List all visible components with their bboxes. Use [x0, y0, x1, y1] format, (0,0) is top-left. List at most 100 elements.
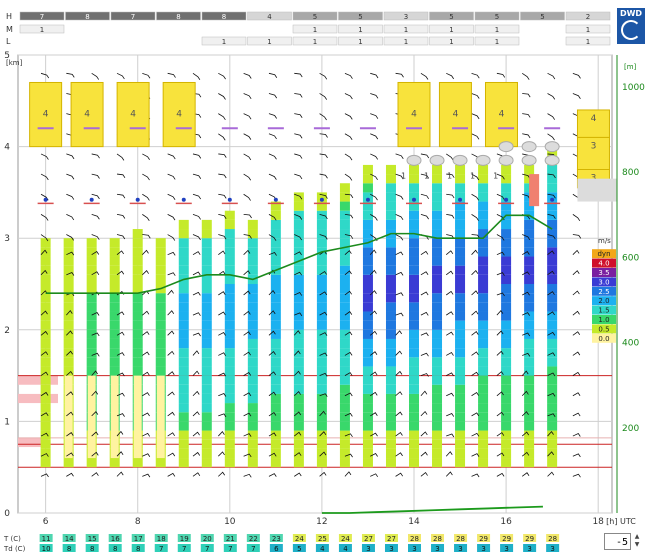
column-segment [524, 302, 535, 312]
column-segment [132, 238, 143, 248]
column-segment [455, 320, 466, 330]
td-value: 8 [67, 545, 71, 553]
column-segment [524, 458, 535, 468]
column-segment [547, 458, 558, 468]
column-segment [409, 320, 419, 330]
column-segment [478, 274, 489, 284]
column-segment [339, 366, 350, 376]
column-segment [524, 412, 535, 422]
legend-label: 3.0 [598, 278, 609, 286]
column-segment [524, 375, 535, 385]
column-segment [247, 421, 258, 431]
column-segment [432, 448, 443, 459]
t-value: 18 [157, 535, 166, 543]
cloud-cell-value: 3 [404, 13, 408, 21]
column-segment [201, 238, 212, 248]
column-segment [178, 348, 189, 358]
column-segment [178, 284, 189, 294]
td-value: 7 [159, 545, 163, 553]
column-segment [201, 375, 212, 385]
column-segment [86, 265, 97, 275]
column-segment [156, 375, 165, 459]
time-step-spinner-icon[interactable]: ▲ ▼ [632, 533, 642, 550]
column-segment [385, 320, 396, 330]
column-segment [270, 329, 281, 339]
column-segment [478, 421, 489, 431]
column-segment [293, 320, 304, 330]
column-segment [547, 311, 558, 321]
column-segment [316, 320, 327, 330]
column-segment [524, 320, 535, 330]
column-segment [270, 338, 281, 349]
y-tick-label: 1 [4, 417, 10, 427]
column-segment [455, 366, 466, 376]
column-segment [478, 357, 489, 367]
column-segment [409, 384, 419, 394]
cumulus-marker [498, 141, 514, 153]
column-segment [547, 164, 558, 175]
column-segment [432, 320, 443, 330]
column-segment [247, 357, 258, 367]
column-segment [478, 174, 489, 184]
column-segment [409, 284, 419, 294]
column-segment [316, 284, 327, 294]
column-segment [63, 302, 74, 312]
column-segment [362, 219, 373, 230]
column-segment [547, 448, 558, 459]
column-segment [86, 302, 97, 312]
column-segment [63, 256, 74, 266]
t-value: 17 [134, 535, 143, 543]
column-segment [455, 448, 466, 459]
column-segment [455, 430, 466, 440]
column-segment [524, 421, 535, 431]
column-segment [478, 265, 489, 275]
column-segment [293, 338, 304, 349]
column-segment [339, 329, 350, 339]
column-segment [409, 265, 419, 275]
column-segment [155, 238, 166, 248]
column-segment [40, 247, 51, 257]
column-segment [201, 448, 212, 459]
column-segment [132, 265, 143, 275]
column-segment [455, 329, 466, 339]
column-segment [362, 302, 373, 312]
column-segment [293, 274, 304, 284]
column-segment [362, 256, 373, 266]
column-segment [178, 439, 189, 449]
time-step-input[interactable]: -5 [604, 533, 631, 550]
column-segment [409, 366, 419, 376]
column-segment [409, 448, 419, 459]
column-segment [385, 375, 396, 385]
column-segment [247, 229, 258, 239]
column-segment [109, 284, 120, 294]
column-segment [224, 320, 235, 330]
legend-label: 1.5 [598, 307, 609, 315]
column-segment [316, 348, 327, 358]
column-segment [362, 458, 373, 468]
t-value: 11 [42, 535, 51, 543]
column-segment [224, 448, 235, 459]
column-segment [293, 412, 304, 422]
cloud-cell-value: 5 [495, 13, 499, 21]
cumulus-marker [406, 154, 422, 166]
column-segment [432, 329, 443, 339]
column-segment [385, 311, 396, 321]
column-segment [501, 403, 512, 413]
column-segment [385, 329, 396, 339]
column-segment [547, 366, 558, 376]
t-value: 27 [364, 535, 373, 543]
column-segment [293, 393, 304, 404]
column-segment [455, 274, 466, 284]
column-segment [247, 338, 258, 349]
column-segment [501, 366, 512, 376]
column-segment [224, 219, 235, 230]
column-segment [40, 256, 51, 266]
column-segment [547, 412, 558, 422]
column-segment [524, 338, 535, 349]
dwd-logo: DWD [617, 8, 645, 44]
column-segment [455, 393, 466, 404]
column-segment [409, 311, 419, 321]
column-segment [270, 384, 281, 394]
column-segment [409, 210, 419, 220]
column-segment [432, 421, 443, 431]
